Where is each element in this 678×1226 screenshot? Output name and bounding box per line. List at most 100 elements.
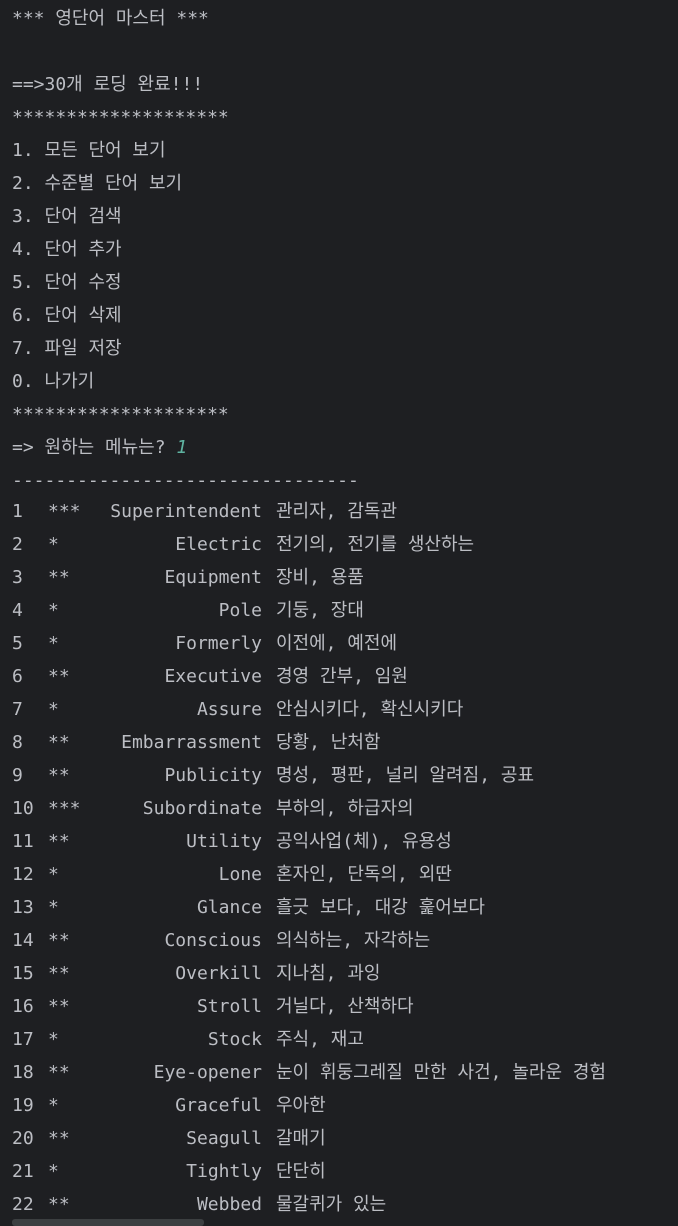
word-meaning: 장비, 용품 (276, 567, 364, 588)
horizontal-scrollbar[interactable] (12, 1219, 204, 1226)
word-english: Overkill (175, 963, 262, 984)
word-number: 19 (12, 1095, 34, 1116)
word-english: Tightly (186, 1161, 262, 1182)
menu-item: 4. 단어 추가 (12, 239, 122, 260)
word-meaning: 거닐다, 산책하다 (276, 996, 414, 1017)
word-number: 7 (12, 699, 23, 720)
word-english: Lone (218, 864, 262, 885)
menu-item: 2. 수준별 단어 보기 (12, 173, 183, 194)
word-level: * (48, 1095, 59, 1116)
word-number: 6 (12, 666, 23, 687)
word-english: Glance (196, 897, 262, 918)
word-row: 19 * Graceful 우아한 (12, 1089, 678, 1122)
word-row: 11 ** Utility 공익사업(체), 유용성 (12, 825, 678, 858)
menu-item: 3. 단어 검색 (12, 206, 122, 227)
word-level: * (48, 897, 59, 918)
word-level: *** (48, 501, 81, 522)
word-level: * (48, 864, 59, 885)
word-meaning: 관리자, 감독관 (276, 501, 398, 522)
word-level: * (48, 600, 59, 621)
word-number: 16 (12, 996, 34, 1017)
word-level: ** (48, 831, 70, 852)
word-english: Stroll (196, 996, 262, 1017)
word-row: 8 ** Embarrassment 당황, 난처함 (12, 726, 678, 759)
word-meaning: 기둥, 장대 (276, 600, 364, 621)
word-meaning: 경영 간부, 임원 (276, 666, 408, 687)
app-title: *** 영단어 마스터 *** (12, 8, 209, 29)
word-level: ** (48, 1128, 70, 1149)
word-meaning: 의식하는, 자각하는 (276, 930, 431, 951)
word-english: Conscious (164, 930, 262, 951)
word-row: 10 *** Subordinate 부하의, 하급자의 (12, 792, 678, 825)
word-meaning: 부하의, 하급자의 (276, 798, 414, 819)
word-row: 18 ** Eye-opener 눈이 휘둥그레질 만한 사건, 놀라운 경험 (12, 1056, 678, 1089)
word-level: ** (48, 996, 70, 1017)
word-meaning: 전기의, 전기를 생산하는 (276, 534, 475, 555)
word-meaning: 안심시키다, 확신시키다 (276, 699, 464, 720)
word-english: Seagull (186, 1128, 262, 1149)
menu-item: 5. 단어 수정 (12, 272, 122, 293)
word-number: 5 (12, 633, 23, 654)
prompt-text: => 원하는 메뉴는? (12, 437, 177, 458)
user-input[interactable]: 1 (176, 437, 187, 458)
word-number: 10 (12, 798, 34, 819)
word-number: 15 (12, 963, 34, 984)
word-level: ** (48, 666, 70, 687)
menu-item: 7. 파일 저장 (12, 338, 122, 359)
word-row: 22 ** Webbed 물갈퀴가 있는 (12, 1188, 678, 1221)
word-english: Embarrassment (121, 732, 262, 753)
word-number: 20 (12, 1128, 34, 1149)
word-level: * (48, 1029, 59, 1050)
word-level: ** (48, 1194, 70, 1215)
word-english: Stock (207, 1029, 262, 1050)
dash-separator: -------------------------------- (12, 470, 359, 491)
word-row: 7 * Assure 안심시키다, 확신시키다 (12, 693, 678, 726)
menu-separator-bottom: ******************** (12, 404, 229, 425)
word-meaning: 혼자인, 단독의, 외딴 (276, 864, 452, 885)
word-english: Formerly (175, 633, 262, 654)
word-english: Graceful (175, 1095, 262, 1116)
word-meaning: 갈매기 (276, 1128, 326, 1149)
word-level: * (48, 699, 59, 720)
word-english: Pole (218, 600, 262, 621)
word-number: 2 (12, 534, 23, 555)
word-meaning: 흘긋 보다, 대강 훑어보다 (276, 897, 485, 918)
word-row: 15 ** Overkill 지나침, 과잉 (12, 957, 678, 990)
menu-item: 6. 단어 삭제 (12, 305, 122, 326)
word-number: 17 (12, 1029, 34, 1050)
menu-list: 1. 모든 단어 보기 2. 수준별 단어 보기 3. 단어 검색 4. 단어 … (12, 132, 678, 396)
word-number: 12 (12, 864, 34, 885)
word-number: 11 (12, 831, 34, 852)
menu-item: 1. 모든 단어 보기 (12, 140, 166, 161)
word-row: 20 ** Seagull 갈매기 (12, 1122, 678, 1155)
word-level: * (48, 534, 59, 555)
word-meaning: 단단히 (276, 1161, 326, 1182)
word-meaning: 이전에, 예전에 (276, 633, 398, 654)
word-row: 13 * Glance 흘긋 보다, 대강 훑어보다 (12, 891, 678, 924)
word-level: ** (48, 567, 70, 588)
load-message: ==>30개 로딩 완료!!! (12, 74, 204, 95)
word-meaning: 물갈퀴가 있는 (276, 1194, 387, 1215)
word-row: 21 * Tightly 단단히 (12, 1155, 678, 1188)
word-level: ** (48, 1062, 70, 1083)
word-number: 21 (12, 1161, 34, 1182)
word-level: ** (48, 765, 70, 786)
word-level: ** (48, 732, 70, 753)
word-english: Electric (175, 534, 262, 555)
word-meaning: 눈이 휘둥그레질 만한 사건, 놀라운 경험 (276, 1062, 606, 1083)
word-number: 1 (12, 501, 23, 522)
word-row: 17 * Stock 주식, 재고 (12, 1023, 678, 1056)
word-number: 3 (12, 567, 23, 588)
menu-separator-top: ******************** (12, 107, 229, 128)
word-number: 8 (12, 732, 23, 753)
word-level: ** (48, 963, 70, 984)
word-row: 3 ** Equipment 장비, 용품 (12, 561, 678, 594)
word-row: 6 ** Executive 경영 간부, 임원 (12, 660, 678, 693)
console-output[interactable]: *** 영단어 마스터 *** ==>30개 로딩 완료!!! ********… (12, 0, 678, 1221)
word-english: Executive (164, 666, 262, 687)
word-number: 9 (12, 765, 23, 786)
word-english: Subordinate (142, 798, 262, 819)
word-meaning: 공익사업(체), 유용성 (276, 831, 452, 852)
word-row: 16 ** Stroll 거닐다, 산책하다 (12, 990, 678, 1023)
